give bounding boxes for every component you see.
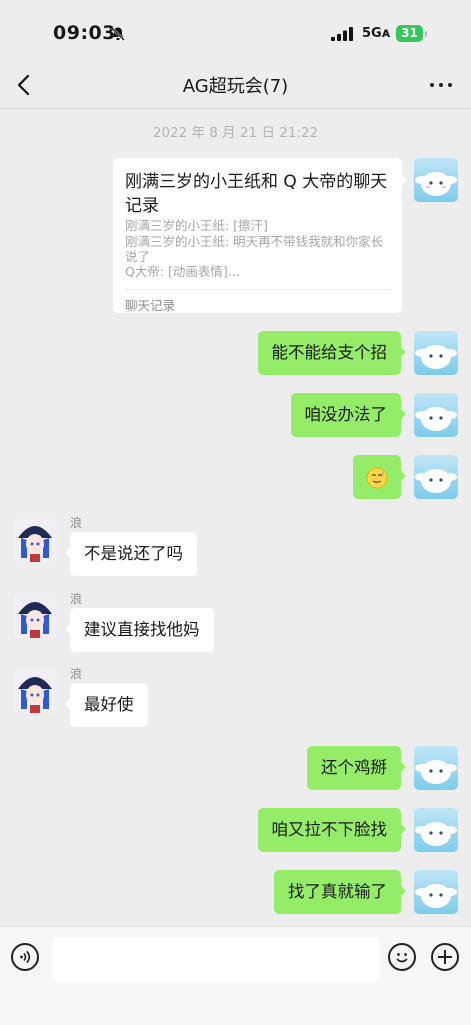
- cinnamoroll-avatar-icon: [415, 822, 457, 846]
- anime-avatar-icon: [13, 518, 57, 562]
- message-bubble[interactable]: 能不能给支个招: [257, 331, 406, 375]
- avatar[interactable]: [414, 870, 458, 914]
- sender-name: 浪: [70, 667, 83, 681]
- avatar[interactable]: [414, 393, 458, 437]
- message-text: 不是说还了吗: [84, 544, 183, 563]
- chat-title: AG超玩会(7): [182, 76, 289, 97]
- cinnamoroll-avatar-icon: [415, 345, 457, 369]
- signal-icon: [331, 27, 353, 41]
- message-input[interactable]: [52, 937, 380, 982]
- more-icon[interactable]: [428, 74, 454, 94]
- bubble-tail: [401, 174, 407, 186]
- card-preview-line: 说了: [125, 249, 151, 264]
- cinnamoroll-avatar-icon: [415, 760, 457, 784]
- avatar[interactable]: [13, 594, 57, 638]
- sender-name: 浪: [70, 516, 83, 530]
- bubble-tail: [400, 761, 406, 773]
- cinnamoroll-avatar-icon: [415, 172, 457, 196]
- message-text: 咱没办法了: [304, 405, 388, 424]
- status-bar: 09:03 5Gᴀ 31: [0, 0, 471, 66]
- avatar[interactable]: [414, 455, 458, 499]
- message-bubble[interactable]: 最好使: [65, 683, 148, 727]
- avatar[interactable]: [414, 331, 458, 375]
- sender-name: 浪: [70, 592, 83, 606]
- bubble-tail: [65, 698, 71, 710]
- avatar[interactable]: [414, 746, 458, 790]
- message-text: 还个鸡掰: [321, 758, 387, 777]
- network-label: 5Gᴀ: [362, 26, 391, 41]
- voice-icon[interactable]: [11, 943, 39, 971]
- bubble-tail: [65, 547, 71, 559]
- plus-icon[interactable]: [431, 943, 459, 971]
- card-divider: [124, 289, 391, 290]
- message-text: 能不能给支个招: [271, 343, 388, 362]
- battery-cap: [425, 31, 427, 37]
- chat-record-card[interactable]: 刚满三岁的小王纸和 Q 大帝的聊天记录 刚满三岁的小王纸: [擦汗] 刚满三岁的…: [113, 158, 407, 313]
- card-preview-line: Q大帝: [动画表情]...: [125, 264, 240, 279]
- bell-slash-icon: [111, 27, 125, 41]
- cinnamoroll-avatar-icon: [415, 884, 457, 908]
- chat-timestamp: 2022 年 8 月 21 日 21:22: [152, 125, 319, 141]
- sweat-smile-emoji: [366, 467, 388, 488]
- emoji-icon[interactable]: [388, 943, 416, 971]
- message-bubble[interactable]: 还个鸡掰: [307, 746, 406, 790]
- message-text: 找了真就输了: [288, 882, 387, 901]
- message-bubble[interactable]: 建议直接找他妈: [65, 608, 214, 652]
- cinnamoroll-avatar-icon: [415, 469, 457, 493]
- message-bubble[interactable]: 找了真就输了: [274, 870, 406, 914]
- message-text: 最好使: [84, 695, 134, 714]
- card-preview-line: 刚满三岁的小王纸: 明天再不带钱我就和你家长: [125, 234, 384, 249]
- message-bubble[interactable]: 咱没办法了: [290, 393, 406, 437]
- bubble-tail: [400, 470, 406, 482]
- card-title: 刚满三岁的小王纸和 Q 大帝的聊天记录: [125, 172, 388, 216]
- card-preview-line: 刚满三岁的小王纸: [擦汗]: [125, 218, 268, 233]
- message-bubble[interactable]: [353, 455, 406, 499]
- anime-avatar-icon: [13, 594, 57, 638]
- message-text: 咱又拉不下脸找: [271, 820, 388, 839]
- battery-indicator: 31: [396, 25, 423, 42]
- bubble-tail: [400, 823, 406, 835]
- message-bubble[interactable]: 咱又拉不下脸找: [257, 808, 406, 852]
- input-bar: [0, 926, 471, 1025]
- avatar[interactable]: [414, 808, 458, 852]
- avatar[interactable]: [13, 669, 57, 713]
- bubble-tail: [400, 885, 406, 897]
- cinnamoroll-avatar-icon: [415, 407, 457, 431]
- bubble-tail: [65, 623, 71, 635]
- message-text: 建议直接找他妈: [84, 620, 200, 639]
- status-time: 09:03: [53, 22, 116, 44]
- card-footer: 聊天记录: [125, 298, 176, 313]
- bubble-tail: [400, 346, 406, 358]
- avatar[interactable]: [414, 158, 458, 202]
- nav-bar: AG超玩会(7): [0, 62, 471, 109]
- bubble-tail: [400, 408, 406, 420]
- anime-avatar-icon: [13, 669, 57, 713]
- message-bubble[interactable]: 不是说还了吗: [65, 532, 197, 576]
- avatar[interactable]: [13, 518, 57, 562]
